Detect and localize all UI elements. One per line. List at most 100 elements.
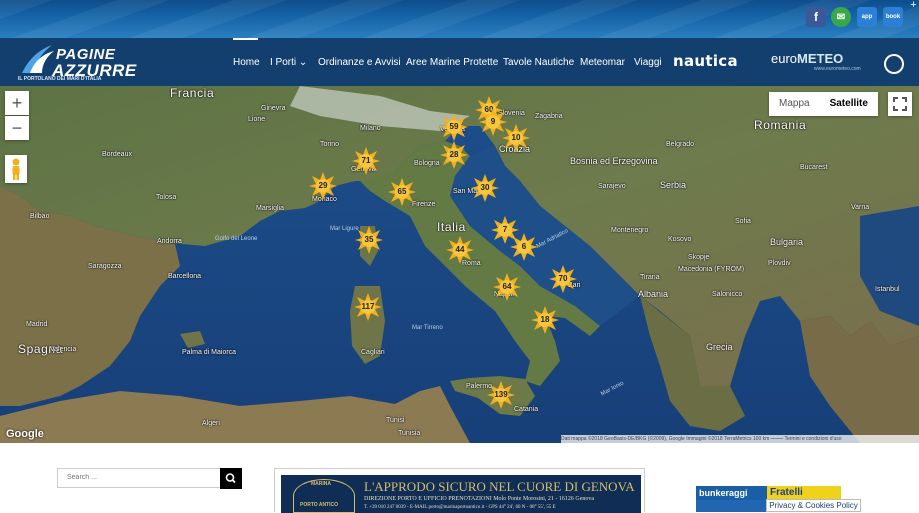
label-milano: Milano	[360, 125, 381, 132]
label-bucarest: Bucarest	[800, 164, 828, 171]
nav-item-viaggi[interactable]: Viaggi	[634, 57, 662, 68]
label-golfo-leone: Golfo del Leone	[215, 236, 258, 242]
nav-item-meteomar[interactable]: Meteomar	[580, 57, 625, 68]
port-cluster[interactable]: 35	[355, 226, 383, 254]
label-andorra: Andorra	[157, 238, 182, 245]
facebook-icon[interactable]: f	[806, 7, 826, 27]
nav-item-home[interactable]: Home	[233, 57, 260, 68]
label-valencia: Valencia	[50, 346, 77, 353]
label-francia: Francia	[170, 86, 215, 100]
port-cluster[interactable]: 70	[549, 265, 577, 293]
map-type-toggle: Mappa Satellite	[769, 92, 878, 116]
fullscreen-button[interactable]	[888, 92, 912, 116]
book-icon[interactable]: book	[883, 7, 903, 27]
pegman-icon	[12, 158, 20, 180]
label-bilbao: Bilbao	[30, 213, 50, 220]
label-varna: Varna	[851, 204, 870, 211]
label-palma: Palma di Maiorca	[182, 349, 237, 356]
street-view-pegman-icon[interactable]	[5, 155, 27, 183]
port-cluster[interactable]: 64	[493, 273, 521, 301]
label-catania: Catania	[514, 406, 539, 413]
label-tunisia: Tunisia	[398, 430, 421, 437]
nav-item-ordinanze[interactable]: Ordinanze e Avvisi	[318, 57, 401, 68]
chevron-down-icon: ⌄	[298, 57, 308, 68]
port-cluster[interactable]: 44	[446, 236, 474, 264]
port-cluster[interactable]: 139	[487, 381, 515, 409]
label-torino: Torino	[320, 141, 340, 148]
label-albania: Albania	[638, 289, 669, 299]
ports-map[interactable]: Francia Italia Spagna Croazia Bosnia ed …	[0, 86, 919, 443]
port-cluster[interactable]: 29	[309, 172, 337, 200]
banner-logo-bottom: PORTO ANTICO	[300, 502, 339, 508]
label-istanbul: Istanbul	[875, 286, 900, 293]
port-cluster[interactable]: 28	[440, 141, 468, 169]
label-sofia: Sofia	[735, 218, 751, 225]
label-montenegro: Montenegro	[611, 227, 649, 234]
label-madrid: Madrid	[26, 321, 48, 328]
label-lione: Lione	[248, 116, 266, 123]
label-romania: Romania	[754, 118, 807, 132]
search-icon[interactable]	[884, 54, 904, 74]
plus-corner-icon[interactable]: +	[908, 0, 919, 11]
label-macedonia: Macedonia (FYROM)	[678, 266, 745, 273]
marina-porto-antico-banner[interactable]: MARINA PORTO ANTICO L'APPRODO SICURO NEL…	[274, 468, 645, 513]
label-barcellona: Barcellona	[168, 273, 202, 280]
search-icon	[225, 473, 236, 484]
label-bordeaux: Bordeaux	[102, 151, 132, 158]
banner-line1: DIREZIONE PORTO E UFFICIO PRENOTAZIONI M…	[364, 496, 595, 502]
nav-item-tavole[interactable]: Tavole Nautiche	[503, 57, 574, 68]
port-cluster[interactable]: 9	[479, 108, 507, 136]
eurometeo-suffix: METEO	[797, 51, 844, 66]
zoom-in-button[interactable]: +	[5, 91, 29, 115]
eurometeo-url: www.eurometeo.com	[814, 66, 861, 72]
port-cluster[interactable]: 6	[510, 233, 538, 261]
port-cluster[interactable]: 65	[388, 178, 416, 206]
sponsor-fratelli: Fratelli	[767, 486, 841, 500]
nav-item-porti-label: I Porti	[270, 57, 297, 68]
wave-decoration	[0, 0, 919, 38]
port-cluster[interactable]: 71	[352, 147, 380, 175]
label-skopje: Skopje	[688, 254, 710, 261]
label-salonicco: Salonicco	[712, 291, 743, 298]
label-saragozza: Saragozza	[88, 263, 122, 270]
map-type-satellite[interactable]: Satellite	[820, 92, 878, 116]
fullscreen-icon	[893, 97, 907, 111]
label-plovdiv: Plovdiv	[768, 260, 791, 267]
label-tirana: Tirana	[640, 274, 660, 281]
label-serbia: Serbia	[660, 180, 687, 190]
port-cluster[interactable]: 117	[354, 293, 382, 321]
label-italia: Italia	[437, 220, 466, 234]
app-icon[interactable]: app	[857, 7, 877, 27]
label-bologna: Bologna	[414, 160, 440, 167]
banner-line2: T. +39 010 247 0039 - E-MAIL porto@marin…	[364, 505, 556, 510]
nav-item-porti[interactable]: I Porti ⌄	[270, 57, 307, 68]
search-button[interactable]	[220, 468, 242, 489]
banner-title: L'APPRODO SICURO NEL CUORE DI GENOVA	[364, 479, 635, 494]
google-logo: Google	[6, 428, 44, 440]
label-tunisi: Tunisi	[386, 417, 405, 424]
label-algeri: Algeri	[202, 420, 220, 427]
nautica-logo[interactable]: nautica	[673, 52, 738, 70]
port-cluster[interactable]: 30	[471, 174, 499, 202]
label-mar-tirreno: Mar Tirreno	[412, 325, 443, 331]
site-logo[interactable]: PAGINE AZZURRE IL PORTOLANO DEI MARI D'I…	[18, 43, 136, 83]
zoom-out-button[interactable]: −	[5, 116, 29, 140]
label-marsiglia: Marsiglia	[256, 205, 285, 212]
sponsor-bunkeraggi: bunkeraggi	[696, 486, 767, 500]
logo-tagline: IL PORTOLANO DEI MARI D'ITALIA	[18, 76, 102, 82]
privacy-cookies-button[interactable]: Privacy & Cookies Policy	[766, 499, 861, 512]
port-cluster[interactable]: 18	[531, 306, 559, 334]
map-type-mappa[interactable]: Mappa	[769, 92, 820, 116]
label-cagliari: Cagliari	[361, 349, 385, 356]
port-cluster[interactable]: 59	[440, 113, 468, 141]
nav-item-aree-marine[interactable]: Aree Marine Protette	[406, 57, 498, 68]
label-grecia: Grecia	[706, 342, 733, 352]
eurometeo-logo[interactable]: euroMETEO	[771, 51, 843, 66]
email-icon[interactable]: ✉	[831, 7, 851, 27]
map-attribution[interactable]: Dati mappa ©2018 GeoBasis-DE/BKG (©2009)…	[561, 435, 919, 443]
banner-logo-top: MARINA	[311, 481, 331, 487]
port-cluster[interactable]: 10	[502, 124, 530, 152]
search-input[interactable]	[57, 468, 220, 488]
label-kosovo: Kosovo	[668, 236, 692, 243]
label-tolosa: Tolosa	[156, 194, 177, 201]
